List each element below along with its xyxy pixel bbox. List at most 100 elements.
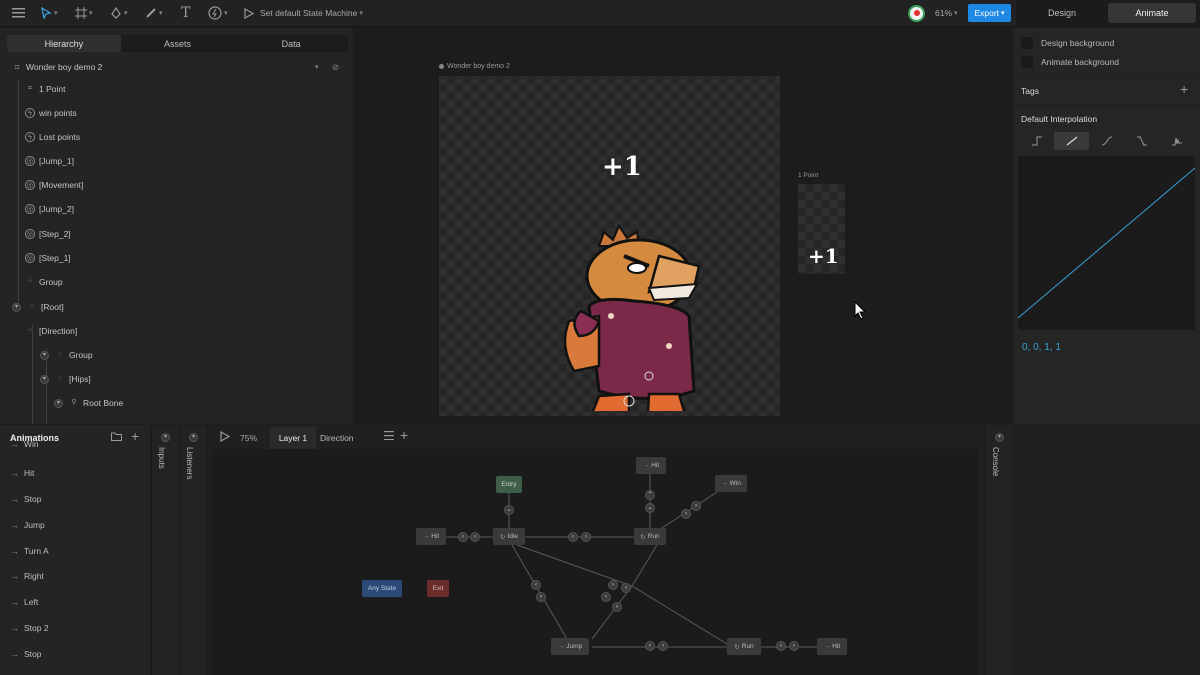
tree-item[interactable]: ◎ [Movement] [25, 176, 83, 194]
transition-handle[interactable]: › [470, 532, 480, 542]
expand-toggle-icon[interactable]: ▾ [54, 398, 63, 408]
transition-handle[interactable]: ‹ [601, 592, 611, 602]
chevron-down-icon[interactable]: ▾ [315, 63, 319, 71]
artboard-tool-icon[interactable]: ▾ [75, 4, 93, 22]
transition-handle[interactable]: ⌄ [504, 505, 514, 515]
state-node-jump[interactable]: → Jump [551, 638, 589, 655]
state-machine-select[interactable]: Set default State Machine ▾ [260, 4, 363, 22]
transition-handle[interactable]: ⌃ [645, 490, 655, 500]
layers-menu-icon[interactable] [384, 431, 394, 442]
tree-item[interactable]: ▾ ◌ Group [40, 346, 93, 364]
tree-item[interactable]: ◎ [Jump_1] [25, 152, 74, 170]
tag-icon[interactable]: ⊘ [332, 62, 339, 73]
animation-item[interactable]: → Stop [10, 647, 42, 661]
state-node-any-state[interactable]: Any State [362, 580, 402, 597]
text-tool-icon[interactable]: T [181, 4, 190, 22]
zoom-select[interactable]: 61% ▾ [935, 4, 958, 22]
expand-toggle-icon[interactable]: ▾ [40, 350, 49, 360]
state-node-exit[interactable]: Exit [427, 580, 449, 597]
layer-tab-direction[interactable]: Direction [320, 433, 354, 443]
chevron-down-icon[interactable]: ▾ [995, 433, 1004, 442]
transition-handle[interactable]: ‹ [458, 532, 468, 542]
tree-item[interactable]: ▾ ◌ [Hips] [40, 370, 91, 388]
transition-handle[interactable]: › [536, 592, 546, 602]
state-node-entry[interactable]: Entry [496, 476, 522, 493]
tree-item[interactable]: ⌗ 1 Point [25, 80, 65, 98]
chevron-down-icon[interactable]: ▾ [161, 433, 170, 442]
play-icon[interactable] [244, 4, 254, 22]
animation-item[interactable]: → Hit [10, 466, 34, 480]
animate-background-swatch[interactable] [1021, 56, 1033, 68]
animation-item[interactable]: → Turn A [10, 544, 49, 558]
state-node-win[interactable]: → Win [715, 475, 747, 492]
chevron-down-icon[interactable]: ▾ [189, 433, 198, 442]
state-node-hit[interactable]: → Hit [416, 528, 446, 545]
transition-handle[interactable]: ‹ [568, 532, 578, 542]
cubic-handles-interpolation-icon[interactable] [1124, 132, 1159, 150]
state-node-hit-top[interactable]: → Hit [636, 457, 666, 474]
elastic-interpolation-icon[interactable] [1159, 132, 1194, 150]
artboard[interactable]: +1 [439, 76, 780, 416]
tree-item[interactable]: ◎ [Step_2] [25, 225, 71, 243]
animation-item[interactable]: → Left [10, 595, 38, 609]
export-button[interactable]: Export ▾ [968, 4, 1011, 22]
transition-handle[interactable]: › [608, 580, 618, 590]
design-background-swatch[interactable] [1021, 37, 1033, 49]
animation-item[interactable]: → Jump [10, 518, 45, 532]
state-machine-graph[interactable]: Entry Any State Exit → Hit ↻ Idle → Hit → Wi… [212, 449, 978, 675]
linear-interpolation-icon[interactable] [1054, 132, 1089, 150]
state-machine-tool-icon[interactable]: ▾ [208, 4, 228, 22]
transition-handle[interactable]: › [612, 602, 622, 612]
tree-item[interactable]: ϟ win points [25, 104, 77, 122]
expand-toggle-icon[interactable]: ▾ [40, 374, 49, 384]
state-machine-zoom[interactable]: 75% [240, 433, 257, 443]
tree-item[interactable]: ▾ ⚲ Root Bone [54, 394, 123, 412]
add-animation-icon[interactable]: + [131, 428, 139, 444]
select-tool-icon[interactable]: ▾ [40, 4, 58, 22]
transition-handle[interactable]: ⌄ [645, 503, 655, 513]
animation-item[interactable]: → Stop [10, 492, 42, 506]
tree-item[interactable]: ▾ ⁘ [Root] [12, 298, 64, 316]
tree-item[interactable]: ⁘ [Direction] [25, 322, 77, 340]
state-node-run[interactable]: ↻ Run [634, 528, 666, 545]
transition-handle[interactable]: ‹ [645, 641, 655, 651]
point-artboard-label[interactable]: 1 Point [798, 172, 818, 179]
transition-handle[interactable]: › [789, 641, 799, 651]
menu-icon[interactable] [12, 4, 25, 22]
tree-item[interactable]: ◎ [Jump_2] [25, 200, 74, 218]
hold-interpolation-icon[interactable] [1019, 132, 1054, 150]
add-tag-icon[interactable]: + [1180, 81, 1188, 97]
tab-data[interactable]: Data [234, 35, 348, 52]
cubic-interpolation-icon[interactable] [1089, 132, 1124, 150]
stage-canvas[interactable]: Wonder boy demo 2 +1 1 Point +1 [354, 28, 1012, 424]
transition-handle[interactable]: ‹ [621, 583, 631, 593]
interpolation-curve-graph[interactable] [1017, 156, 1196, 330]
expand-toggle-icon[interactable]: ▾ [12, 302, 21, 312]
state-node-hit-2[interactable]: → Hit [817, 638, 847, 655]
tab-assets[interactable]: Assets [121, 35, 235, 52]
avatar[interactable] [908, 5, 925, 22]
play-icon[interactable] [220, 430, 231, 444]
animation-item[interactable]: → Stop 2 [10, 621, 49, 635]
transition-handle[interactable]: › [691, 501, 701, 511]
transition-handle[interactable]: › [658, 641, 668, 651]
tree-item[interactable]: ◎ [Step_1] [25, 249, 71, 267]
console-tab[interactable]: ▾ Console [985, 425, 1013, 675]
artboard-label[interactable]: Wonder boy demo 2 [439, 63, 510, 70]
animation-item[interactable]: → Win [10, 441, 39, 449]
animation-item[interactable]: → Right [10, 569, 44, 583]
point-artboard[interactable]: +1 [798, 184, 845, 274]
tree-item[interactable]: ϟ Lost points [25, 128, 80, 146]
pen-tool-icon[interactable]: ▾ [110, 4, 128, 22]
inputs-tab[interactable]: ▾ Inputs [151, 425, 179, 675]
bone-tool-icon[interactable]: ▾ [145, 4, 163, 22]
design-mode-button[interactable]: Design [1019, 3, 1105, 23]
tab-hierarchy[interactable]: Hierarchy [7, 35, 121, 52]
animate-mode-button[interactable]: Animate [1108, 3, 1196, 23]
state-node-idle[interactable]: ↻ Idle [493, 528, 525, 545]
listeners-tab[interactable]: ▾ Listeners [179, 425, 207, 675]
transition-handle[interactable]: › [581, 532, 591, 542]
folder-icon[interactable] [111, 432, 122, 444]
add-layer-icon[interactable]: + [400, 427, 408, 443]
layer-tab-layer-1[interactable]: Layer 1 [270, 427, 316, 449]
